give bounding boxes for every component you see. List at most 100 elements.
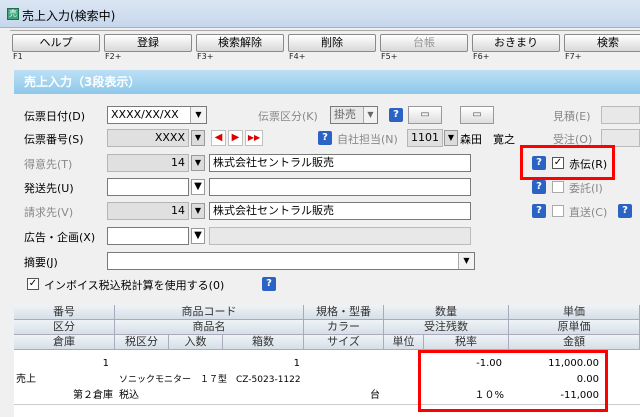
tantosha-name: 森田 寛之	[460, 133, 515, 146]
fkey-slot: 台帳 F5+	[378, 31, 468, 65]
col-header: 原単価	[509, 320, 640, 335]
help-icon[interactable]: ?	[318, 131, 332, 145]
hassosaki-name-field[interactable]	[209, 178, 471, 196]
row-product-name[interactable]: ソニックモニター １７型 CZ-5023-1122	[119, 373, 301, 387]
chokuso-label: 直送(C)	[569, 206, 608, 219]
seikyusaki-code: 14	[171, 204, 185, 217]
kokoku-name-field[interactable]	[209, 227, 471, 245]
function-key-bar: ヘルプ F1 登録 F2+ 検索解除 F3+ 削除 F4+ 台帳 F5+ おきま…	[10, 30, 640, 64]
col-header: 受注残数	[384, 320, 509, 335]
seikyusaki-code-field[interactable]: 14	[107, 202, 189, 220]
memo-icon[interactable]: ▭	[460, 106, 494, 124]
help-icon[interactable]: ?	[532, 204, 546, 218]
col-header: 税率	[424, 335, 509, 350]
chevron-down-icon[interactable]: ▼	[363, 107, 377, 123]
denpyo-date-label: 伝票日付(D)	[24, 110, 86, 123]
col-header: 区分	[14, 320, 115, 335]
chevron-down-icon[interactable]: ▼	[190, 107, 206, 123]
col-header: 番号	[14, 305, 115, 320]
seikyusaki-name: 株式会社セントラル販売	[213, 204, 334, 217]
col-header: 税区分	[115, 335, 169, 350]
seikyusaki-name-field[interactable]: 株式会社セントラル販売	[209, 202, 471, 220]
col-header: 商品コード	[115, 305, 304, 320]
clear-search-button[interactable]: 検索解除	[196, 34, 284, 52]
fkey-slot: 検索 F7+	[562, 31, 640, 65]
fkey-label: F2+	[105, 52, 122, 61]
itaku-label: 委託(I)	[569, 182, 603, 195]
col-header: 規格・型番	[304, 305, 384, 320]
title-bar: 売 売上入力(検索中)	[0, 0, 640, 28]
fkey-slot: 登録 F2+	[102, 31, 192, 65]
fkey-slot: ヘルプ F1	[10, 31, 100, 65]
help-icon[interactable]: ?	[618, 204, 632, 218]
itaku-checkbox[interactable]	[552, 181, 564, 193]
hassosaki-label: 発送先(U)	[24, 182, 74, 195]
chokuso-checkbox[interactable]	[552, 205, 564, 217]
tantosha-label: 自社担当(N)	[337, 133, 398, 146]
akaden-label: 赤伝(R)	[569, 158, 608, 171]
fkey-label: F5+	[381, 52, 398, 61]
col-header: カラー	[304, 320, 384, 335]
mitsumori-label: 見積(E)	[553, 110, 591, 123]
next-arrow-icon[interactable]: ▶	[228, 130, 243, 146]
tokuisaki-code-field[interactable]: 14	[107, 154, 189, 172]
fkey-label: F6+	[473, 52, 490, 61]
section-title: 売上入力（3段表示）	[14, 70, 640, 94]
preset-button[interactable]: おきまり	[472, 34, 560, 52]
down-arrow-icon[interactable]: ▼	[191, 228, 205, 244]
col-header: 数量	[384, 305, 509, 320]
akaden-checkbox[interactable]: ✓	[552, 157, 564, 169]
fkey-slot: おきまり F6+	[470, 31, 560, 65]
denpyo-no-label: 伝票番号(S)	[24, 133, 84, 146]
tokuisaki-name-field[interactable]: 株式会社セントラル販売	[209, 154, 471, 172]
tokuisaki-code: 14	[171, 156, 185, 169]
col-header: 入数	[169, 335, 223, 350]
denpyo-no-field[interactable]: XXXX	[107, 129, 189, 147]
denpyo-kubun-label: 伝票区分(K)	[258, 110, 318, 123]
help-button[interactable]: ヘルプ	[12, 34, 100, 52]
down-arrow-icon[interactable]: ▼	[191, 130, 205, 146]
memo-icon[interactable]: ▭	[408, 106, 442, 124]
down-arrow-icon[interactable]: ▼	[191, 155, 205, 171]
row-qty[interactable]: 1	[224, 357, 300, 371]
help-icon[interactable]: ?	[532, 180, 546, 194]
ledger-button[interactable]: 台帳	[380, 34, 468, 52]
prev-arrow-icon[interactable]: ◀	[211, 130, 226, 146]
hassosaki-code-field[interactable]	[107, 178, 189, 196]
row-kubun[interactable]: 売上	[16, 373, 36, 387]
denpyo-kubun-value: 掛売	[334, 108, 356, 121]
down-arrow-icon[interactable]: ▼	[191, 179, 205, 195]
col-header: 金額	[509, 335, 640, 350]
tekiyo-field[interactable]: ▼	[107, 252, 475, 270]
tantosha-code-field[interactable]: 1101	[407, 129, 443, 147]
search-button[interactable]: 検索	[564, 34, 640, 52]
help-icon[interactable]: ?	[532, 156, 546, 170]
denpyo-kubun-select[interactable]: 掛売 ▼	[330, 106, 378, 124]
down-arrow-icon[interactable]: ▼	[444, 130, 458, 146]
fkey-slot: 検索解除 F3+	[194, 31, 284, 65]
row-warehouse[interactable]: 第２倉庫	[14, 389, 113, 403]
delete-button[interactable]: 削除	[288, 34, 376, 52]
fkey-slot: 削除 F4+	[286, 31, 376, 65]
app-icon: 売	[7, 8, 19, 20]
denpyo-date-field[interactable]: XXXX/XX/XX ▼	[107, 106, 207, 124]
last-arrow-icon[interactable]: ▶▶	[245, 130, 263, 146]
kokoku-code-field[interactable]	[107, 227, 189, 245]
row-unit[interactable]: 台	[370, 389, 380, 403]
help-icon[interactable]: ?	[262, 277, 276, 291]
denpyo-no-value: XXXX	[154, 131, 185, 144]
fkey-label: F4+	[289, 52, 306, 61]
down-arrow-icon[interactable]: ▼	[191, 203, 205, 219]
mitsumori-field[interactable]	[601, 106, 640, 124]
chevron-down-icon[interactable]: ▼	[458, 253, 474, 269]
tokuisaki-label: 得意先(T)	[24, 158, 73, 171]
invoice-checkbox[interactable]: ✓	[27, 278, 39, 290]
help-icon[interactable]: ?	[389, 108, 403, 122]
fkey-label: F7+	[565, 52, 582, 61]
register-button[interactable]: 登録	[104, 34, 192, 52]
fkey-label: F3+	[197, 52, 214, 61]
col-header: 倉庫	[14, 335, 115, 350]
col-header: サイズ	[304, 335, 384, 350]
row-number[interactable]: 1	[14, 357, 109, 371]
row-tax-kubun[interactable]: 税込	[119, 389, 139, 403]
